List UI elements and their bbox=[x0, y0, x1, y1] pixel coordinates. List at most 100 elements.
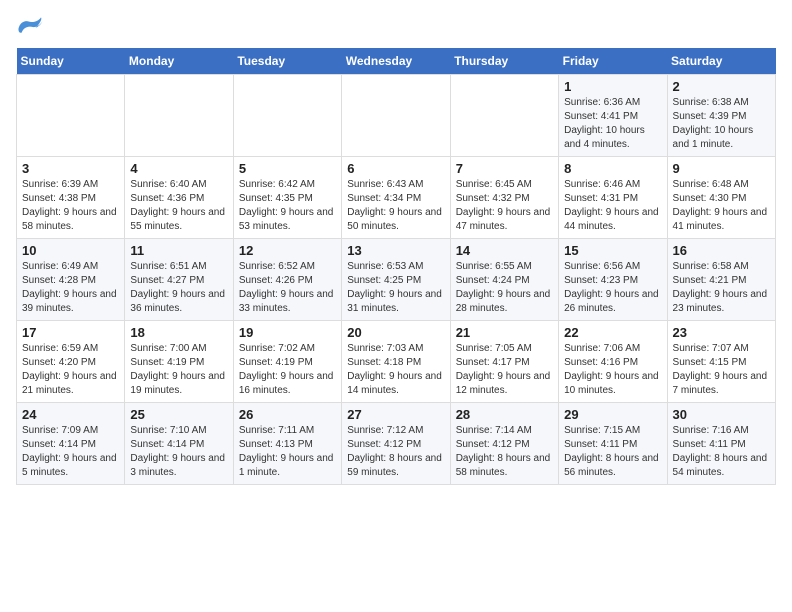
day-number: 26 bbox=[239, 407, 336, 422]
calendar-cell: 14 Sunrise: 6:55 AM Sunset: 4:24 PM Dayli… bbox=[450, 239, 558, 321]
calendar-cell: 15 Sunrise: 6:56 AM Sunset: 4:23 PM Dayli… bbox=[559, 239, 667, 321]
calendar-cell: 2 Sunrise: 6:38 AM Sunset: 4:39 PM Daylig… bbox=[667, 75, 775, 157]
calendar-cell: 27Sunrise: 7:12 AM Sunset: 4:12 PM Dayli… bbox=[342, 403, 450, 485]
calendar-cell: 22 Sunrise: 7:06 AM Sunset: 4:16 PM Dayli… bbox=[559, 321, 667, 403]
day-number: 6 bbox=[347, 161, 444, 176]
day-number: 14 bbox=[456, 243, 553, 258]
day-info: Sunrise: 6:36 AM Sunset: 4:41 PM Dayligh… bbox=[564, 96, 661, 152]
calendar-cell: 25 Sunrise: 7:10 AM Sunset: 4:14 PM Dayli… bbox=[125, 403, 233, 485]
day-info: Sunrise: 7:15 AM Sunset: 4:11 PM Dayligh… bbox=[564, 424, 661, 480]
day-info: Sunrise: 7:16 AM Sunset: 4:11 PM Dayligh… bbox=[673, 424, 770, 480]
calendar-header-monday: Monday bbox=[125, 48, 233, 75]
calendar-cell: 24 Sunrise: 7:09 AM Sunset: 4:14 PM Dayli… bbox=[17, 403, 125, 485]
day-number: 13 bbox=[347, 243, 444, 258]
calendar-cell: 9 Sunrise: 6:48 AM Sunset: 4:30 PM Daylig… bbox=[667, 157, 775, 239]
calendar-cell: 28 Sunrise: 7:14 AM Sunset: 4:12 PM Dayli… bbox=[450, 403, 558, 485]
calendar-cell: 3Sunrise: 6:39 AM Sunset: 4:38 PM Daylig… bbox=[17, 157, 125, 239]
day-number: 2 bbox=[673, 79, 770, 94]
day-info: Sunrise: 6:45 AM Sunset: 4:32 PM Dayligh… bbox=[456, 178, 553, 234]
day-number: 18 bbox=[130, 325, 227, 340]
day-number: 3 bbox=[22, 161, 119, 176]
day-info: Sunrise: 6:58 AM Sunset: 4:21 PM Dayligh… bbox=[673, 260, 770, 316]
calendar-week-row: 17Sunrise: 6:59 AM Sunset: 4:20 PM Dayli… bbox=[17, 321, 776, 403]
day-number: 1 bbox=[564, 79, 661, 94]
day-info: Sunrise: 6:48 AM Sunset: 4:30 PM Dayligh… bbox=[673, 178, 770, 234]
calendar-cell: 29 Sunrise: 7:15 AM Sunset: 4:11 PM Dayli… bbox=[559, 403, 667, 485]
logo bbox=[16, 16, 48, 38]
calendar-cell: 10 Sunrise: 6:49 AM Sunset: 4:28 PM Dayli… bbox=[17, 239, 125, 321]
calendar-week-row: 3Sunrise: 6:39 AM Sunset: 4:38 PM Daylig… bbox=[17, 157, 776, 239]
day-number: 23 bbox=[673, 325, 770, 340]
day-info: Sunrise: 7:02 AM Sunset: 4:19 PM Dayligh… bbox=[239, 342, 336, 398]
day-info: Sunrise: 7:09 AM Sunset: 4:14 PM Dayligh… bbox=[22, 424, 119, 480]
day-info: Sunrise: 6:51 AM Sunset: 4:27 PM Dayligh… bbox=[130, 260, 227, 316]
day-info: Sunrise: 6:40 AM Sunset: 4:36 PM Dayligh… bbox=[130, 178, 227, 234]
day-number: 28 bbox=[456, 407, 553, 422]
day-info: Sunrise: 6:43 AM Sunset: 4:34 PM Dayligh… bbox=[347, 178, 444, 234]
day-number: 20 bbox=[347, 325, 444, 340]
calendar-cell: 19Sunrise: 7:02 AM Sunset: 4:19 PM Dayli… bbox=[233, 321, 341, 403]
day-info: Sunrise: 7:03 AM Sunset: 4:18 PM Dayligh… bbox=[347, 342, 444, 398]
day-info: Sunrise: 6:55 AM Sunset: 4:24 PM Dayligh… bbox=[456, 260, 553, 316]
calendar-cell: 21 Sunrise: 7:05 AM Sunset: 4:17 PM Dayli… bbox=[450, 321, 558, 403]
day-info: Sunrise: 6:38 AM Sunset: 4:39 PM Dayligh… bbox=[673, 96, 770, 152]
calendar-cell: 12 Sunrise: 6:52 AM Sunset: 4:26 PM Dayli… bbox=[233, 239, 341, 321]
day-number: 30 bbox=[673, 407, 770, 422]
calendar-header-tuesday: Tuesday bbox=[233, 48, 341, 75]
day-number: 7 bbox=[456, 161, 553, 176]
calendar-table: SundayMondayTuesdayWednesdayThursdayFrid… bbox=[16, 48, 776, 485]
calendar-cell: 26 Sunrise: 7:11 AM Sunset: 4:13 PM Dayli… bbox=[233, 403, 341, 485]
day-info: Sunrise: 7:06 AM Sunset: 4:16 PM Dayligh… bbox=[564, 342, 661, 398]
calendar-header-sunday: Sunday bbox=[17, 48, 125, 75]
day-number: 22 bbox=[564, 325, 661, 340]
day-number: 10 bbox=[22, 243, 119, 258]
day-info: Sunrise: 6:49 AM Sunset: 4:28 PM Dayligh… bbox=[22, 260, 119, 316]
day-info: Sunrise: 7:11 AM Sunset: 4:13 PM Dayligh… bbox=[239, 424, 336, 480]
day-info: Sunrise: 7:10 AM Sunset: 4:14 PM Dayligh… bbox=[130, 424, 227, 480]
day-number: 4 bbox=[130, 161, 227, 176]
calendar-cell: 11 Sunrise: 6:51 AM Sunset: 4:27 PM Dayli… bbox=[125, 239, 233, 321]
calendar-header-wednesday: Wednesday bbox=[342, 48, 450, 75]
day-info: Sunrise: 7:05 AM Sunset: 4:17 PM Dayligh… bbox=[456, 342, 553, 398]
day-info: Sunrise: 6:59 AM Sunset: 4:20 PM Dayligh… bbox=[22, 342, 119, 398]
calendar-header-friday: Friday bbox=[559, 48, 667, 75]
day-info: Sunrise: 6:42 AM Sunset: 4:35 PM Dayligh… bbox=[239, 178, 336, 234]
calendar-cell bbox=[450, 75, 558, 157]
day-number: 15 bbox=[564, 243, 661, 258]
day-info: Sunrise: 7:07 AM Sunset: 4:15 PM Dayligh… bbox=[673, 342, 770, 398]
calendar-header-saturday: Saturday bbox=[667, 48, 775, 75]
calendar-cell: 5 Sunrise: 6:42 AM Sunset: 4:35 PM Daylig… bbox=[233, 157, 341, 239]
calendar-header-row: SundayMondayTuesdayWednesdayThursdayFrid… bbox=[17, 48, 776, 75]
day-number: 8 bbox=[564, 161, 661, 176]
day-info: Sunrise: 7:00 AM Sunset: 4:19 PM Dayligh… bbox=[130, 342, 227, 398]
calendar-cell: 1 Sunrise: 6:36 AM Sunset: 4:41 PM Daylig… bbox=[559, 75, 667, 157]
calendar-header-thursday: Thursday bbox=[450, 48, 558, 75]
logo-bird-icon bbox=[16, 16, 44, 38]
calendar-cell: 7 Sunrise: 6:45 AM Sunset: 4:32 PM Daylig… bbox=[450, 157, 558, 239]
day-number: 24 bbox=[22, 407, 119, 422]
calendar-cell: 18 Sunrise: 7:00 AM Sunset: 4:19 PM Dayli… bbox=[125, 321, 233, 403]
day-number: 5 bbox=[239, 161, 336, 176]
day-number: 9 bbox=[673, 161, 770, 176]
day-info: Sunrise: 6:46 AM Sunset: 4:31 PM Dayligh… bbox=[564, 178, 661, 234]
calendar-week-row: 10 Sunrise: 6:49 AM Sunset: 4:28 PM Dayli… bbox=[17, 239, 776, 321]
calendar-cell bbox=[233, 75, 341, 157]
day-number: 25 bbox=[130, 407, 227, 422]
day-info: Sunrise: 6:53 AM Sunset: 4:25 PM Dayligh… bbox=[347, 260, 444, 316]
day-number: 12 bbox=[239, 243, 336, 258]
day-number: 29 bbox=[564, 407, 661, 422]
day-info: Sunrise: 6:52 AM Sunset: 4:26 PM Dayligh… bbox=[239, 260, 336, 316]
day-info: Sunrise: 7:14 AM Sunset: 4:12 PM Dayligh… bbox=[456, 424, 553, 480]
calendar-week-row: 24 Sunrise: 7:09 AM Sunset: 4:14 PM Dayli… bbox=[17, 403, 776, 485]
calendar-cell: 17Sunrise: 6:59 AM Sunset: 4:20 PM Dayli… bbox=[17, 321, 125, 403]
header bbox=[16, 16, 776, 38]
day-number: 21 bbox=[456, 325, 553, 340]
calendar-cell: 16Sunrise: 6:58 AM Sunset: 4:21 PM Dayli… bbox=[667, 239, 775, 321]
calendar-cell: 13 Sunrise: 6:53 AM Sunset: 4:25 PM Dayli… bbox=[342, 239, 450, 321]
calendar-cell: 6 Sunrise: 6:43 AM Sunset: 4:34 PM Daylig… bbox=[342, 157, 450, 239]
calendar-cell bbox=[342, 75, 450, 157]
calendar-week-row: 1 Sunrise: 6:36 AM Sunset: 4:41 PM Daylig… bbox=[17, 75, 776, 157]
day-number: 11 bbox=[130, 243, 227, 258]
day-info: Sunrise: 6:56 AM Sunset: 4:23 PM Dayligh… bbox=[564, 260, 661, 316]
calendar-cell: 30 Sunrise: 7:16 AM Sunset: 4:11 PM Dayli… bbox=[667, 403, 775, 485]
